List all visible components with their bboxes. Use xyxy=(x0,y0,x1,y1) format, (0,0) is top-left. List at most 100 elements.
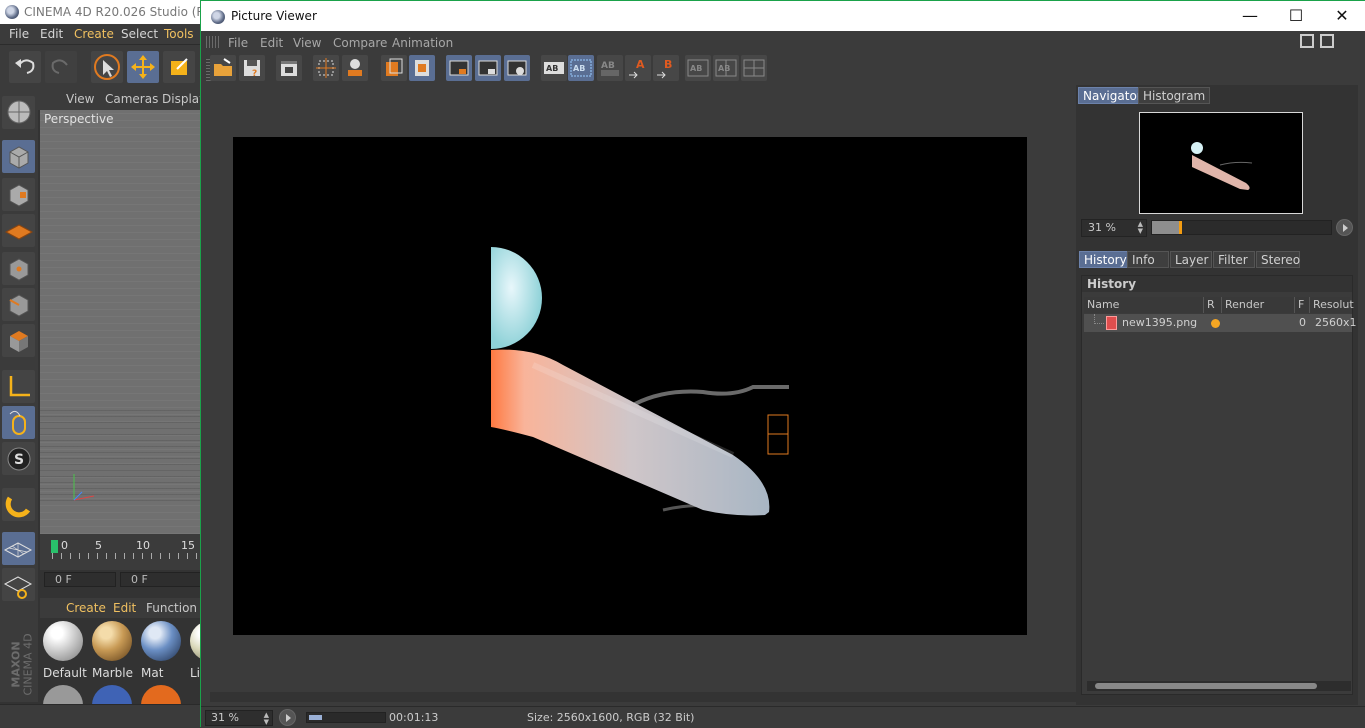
spinner-icon[interactable]: ▲ ▼ xyxy=(264,712,269,726)
ab-split-button[interactable]: AB xyxy=(568,55,594,81)
material-default[interactable]: Default xyxy=(40,618,87,680)
axis-mode-button[interactable] xyxy=(2,370,35,403)
undo-icon xyxy=(15,59,35,74)
perspective-viewport[interactable]: Perspective xyxy=(40,110,205,534)
viewport-menubar: View Cameras Display xyxy=(38,88,206,110)
col-resolution[interactable]: Resolut xyxy=(1310,297,1354,313)
tab-history[interactable]: History xyxy=(1079,251,1132,268)
texture-mode-button[interactable] xyxy=(2,178,35,211)
material-mat[interactable]: Mat xyxy=(138,618,184,680)
pv-menu-view[interactable]: View xyxy=(293,36,321,50)
history-horizontal-scrollbar[interactable] xyxy=(1087,681,1351,691)
col-r[interactable]: R xyxy=(1204,297,1222,313)
difference-button[interactable]: AB xyxy=(685,55,711,81)
tab-histogram[interactable]: Histogram xyxy=(1138,87,1211,104)
model-mode-button[interactable] xyxy=(2,140,35,173)
frame-current-field[interactable]: 0 F xyxy=(120,572,210,587)
minimize-button[interactable]: — xyxy=(1227,1,1273,31)
vp-menu-cameras[interactable]: Cameras xyxy=(105,92,158,106)
set-a-button[interactable]: A xyxy=(625,55,651,81)
svg-text:AB: AB xyxy=(690,64,702,73)
undo-button[interactable] xyxy=(9,51,41,83)
workplane-button[interactable] xyxy=(2,568,35,601)
redo-button[interactable] xyxy=(45,51,77,83)
points-mode-button[interactable] xyxy=(2,252,35,285)
zoom-slider-handle[interactable] xyxy=(1179,221,1182,234)
c4d-menu-create[interactable]: Create xyxy=(74,27,114,41)
pv-menu-compare[interactable]: Compare xyxy=(333,36,387,50)
swap-button[interactable]: AB xyxy=(713,55,739,81)
render-progress-bar xyxy=(306,712,386,723)
lock-workplane-button[interactable] xyxy=(2,532,35,565)
timeline-playhead[interactable] xyxy=(51,540,58,553)
add-panel-icon[interactable] xyxy=(1320,34,1334,48)
play-button[interactable] xyxy=(279,709,296,726)
vp-menu-view[interactable]: View xyxy=(66,92,94,106)
svg-text:AB: AB xyxy=(546,64,558,73)
scale-tool-button[interactable] xyxy=(163,51,195,83)
viewport-solo-button[interactable] xyxy=(2,96,35,129)
scroll-thumb[interactable] xyxy=(1095,683,1317,689)
ab-overlay-button[interactable]: AB xyxy=(597,55,623,81)
mat-menu-function[interactable]: Function xyxy=(146,601,197,615)
spinner-icon[interactable]: ▲ ▼ xyxy=(1138,221,1143,235)
view-ab-button[interactable] xyxy=(504,55,530,81)
delete-image-button[interactable] xyxy=(409,55,435,81)
mat-menu-edit[interactable]: Edit xyxy=(113,601,136,615)
render-view-button[interactable] xyxy=(342,55,368,81)
set-b-button[interactable]: B xyxy=(653,55,679,81)
c4d-menu-file[interactable]: File xyxy=(9,27,29,41)
panel-layout-icon[interactable] xyxy=(1300,34,1314,48)
polygons-mode-button[interactable] xyxy=(2,324,35,357)
col-render-time[interactable]: Render Time xyxy=(1222,297,1295,326)
save-icon: ? xyxy=(244,60,260,79)
snap-button[interactable]: S xyxy=(2,442,35,475)
select-tool-button[interactable] xyxy=(91,51,123,83)
navigator-zoom-field[interactable]: 31 % ▲ ▼ xyxy=(1081,219,1147,237)
close-button[interactable]: ✕ xyxy=(1319,1,1365,31)
navigator-zoom-slider[interactable] xyxy=(1151,220,1332,235)
render-region-button[interactable] xyxy=(313,55,339,81)
c4d-menu-edit[interactable]: Edit xyxy=(40,27,63,41)
grip-icon xyxy=(206,36,219,48)
material-preview xyxy=(43,621,83,661)
svg-text:A: A xyxy=(636,58,645,71)
move-tool-button[interactable] xyxy=(127,51,159,83)
c4d-menu-select[interactable]: Select xyxy=(121,27,158,41)
material-marble[interactable]: Marble xyxy=(89,618,135,680)
tab-layer[interactable]: Layer xyxy=(1170,251,1212,268)
save-button[interactable]: ? xyxy=(239,55,265,81)
image-file-icon xyxy=(1106,316,1117,330)
pv-menu-file[interactable]: File xyxy=(228,36,248,50)
navigator-play-button[interactable] xyxy=(1336,219,1353,236)
tile-button[interactable] xyxy=(741,55,767,81)
pv-menu-edit[interactable]: Edit xyxy=(260,36,283,50)
maximize-button[interactable]: ☐ xyxy=(1273,1,1319,31)
workplane-mode-button[interactable] xyxy=(2,214,35,247)
tab-filter[interactable]: Filter xyxy=(1213,251,1255,268)
frame-start-field[interactable]: 0 F xyxy=(44,572,116,587)
tab-navigator[interactable]: Navigator xyxy=(1078,87,1147,104)
ab-compare-button[interactable]: AB xyxy=(541,55,567,81)
c4d-menu-tools[interactable]: Tools xyxy=(164,27,194,41)
timeline[interactable]: 0 5 10 15 xyxy=(40,534,205,570)
view-a-button[interactable] xyxy=(446,55,472,81)
zoom-field[interactable]: 31 % ▲ ▼ xyxy=(205,710,273,726)
col-frame[interactable]: F xyxy=(1295,297,1310,313)
mat-menu-create[interactable]: Create xyxy=(66,601,106,615)
tweak-mode-button[interactable] xyxy=(2,406,35,439)
navigator-thumbnail[interactable] xyxy=(1139,112,1303,214)
render-animation-button[interactable] xyxy=(276,55,302,81)
open-button[interactable] xyxy=(210,55,236,81)
view-b-button[interactable] xyxy=(475,55,501,81)
col-name[interactable]: Name xyxy=(1084,297,1204,313)
rendered-image[interactable] xyxy=(233,137,1027,635)
magnet-button[interactable] xyxy=(2,488,35,521)
edges-mode-button[interactable] xyxy=(2,288,35,321)
tab-info[interactable]: Info xyxy=(1127,251,1169,268)
tab-stereo[interactable]: Stereo xyxy=(1256,251,1300,268)
pv-menu-animation[interactable]: Animation xyxy=(392,36,453,50)
render-preview-graphic xyxy=(491,247,789,516)
history-row[interactable]: new1395.png 0 2560x1 xyxy=(1084,314,1357,332)
stop-render-button[interactable] xyxy=(381,55,407,81)
